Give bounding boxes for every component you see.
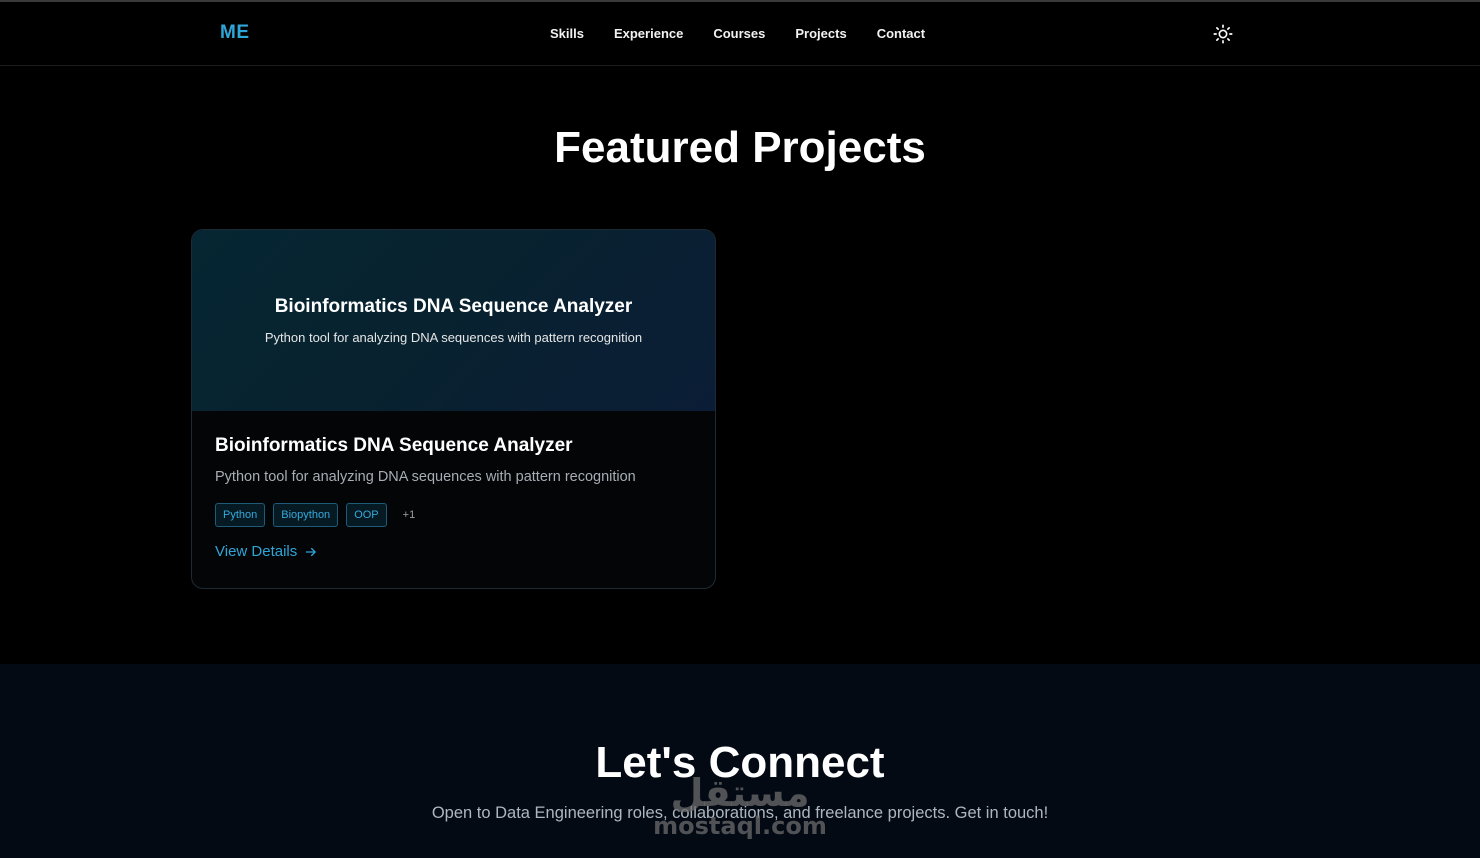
project-tags: Python Biopython OOP +1 — [215, 503, 695, 527]
view-details-link[interactable]: View Details — [215, 543, 318, 560]
nav-link-courses[interactable]: Courses — [713, 26, 765, 41]
theme-toggle-button[interactable] — [1212, 23, 1234, 45]
project-description: Python tool for analyzing DNA sequences … — [215, 469, 636, 485]
view-details-label: View Details — [215, 543, 298, 560]
nav-link-skills[interactable]: Skills — [550, 26, 584, 41]
more-tags-count: +1 — [402, 509, 416, 521]
arrow-right-icon — [305, 547, 316, 556]
featured-projects-title: Featured Projects — [554, 123, 926, 172]
project-card-body: Bioinformatics DNA Sequence Analyzer Pyt… — [215, 435, 695, 561]
connect-section: Let's Connect Open to Data Engineering r… — [0, 664, 1480, 858]
tag-biopython: Biopython — [273, 503, 339, 527]
nav-link-projects[interactable]: Projects — [795, 26, 846, 41]
project-card: Bioinformatics DNA Sequence Analyzer Pyt… — [191, 229, 716, 589]
project-banner: Bioinformatics DNA Sequence Analyzer Pyt… — [192, 230, 715, 411]
connect-title: Let's Connect — [595, 738, 885, 787]
tag-oop: OOP — [346, 503, 387, 527]
sun-icon — [1213, 24, 1233, 44]
page: ME Skills Experience Courses Projects Co… — [0, 0, 1480, 858]
nav-links: Skills Experience Courses Projects Conta… — [550, 26, 925, 41]
navbar: ME Skills Experience Courses Projects Co… — [0, 2, 1480, 66]
nav-link-contact[interactable]: Contact — [877, 26, 925, 41]
tag-python: Python — [215, 503, 266, 527]
connect-subtitle: Open to Data Engineering roles, collabor… — [431, 804, 1049, 822]
project-title: Bioinformatics DNA Sequence Analyzer — [215, 435, 573, 456]
banner-title: Bioinformatics DNA Sequence Analyzer — [274, 296, 633, 317]
banner-description: Python tool for analyzing DNA sequences … — [264, 330, 643, 345]
nav-link-experience[interactable]: Experience — [614, 26, 683, 41]
logo[interactable]: ME — [220, 22, 250, 44]
